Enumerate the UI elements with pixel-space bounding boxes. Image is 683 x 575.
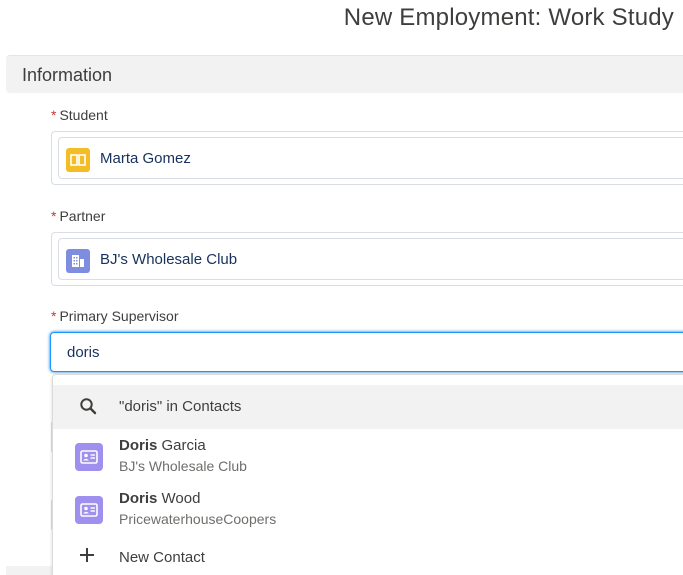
building-icon [66,249,90,273]
lookup-dropdown: "doris" in Contacts Doris Garcia BJ's Wh… [52,374,683,575]
section-header[interactable]: Information [6,55,683,93]
section-header-edge [6,566,52,575]
result-name: Doris Garcia [119,437,206,454]
student-pill[interactable]: Marta Gomez [58,137,683,179]
result-name: Doris Wood [119,490,201,507]
result-subtitle: PricewaterhouseCoopers [119,511,277,527]
page-title: New Employment: Work Study [343,4,674,31]
student-label: * Student [51,107,108,123]
contact-card-icon [75,443,103,471]
partner-lookup: BJ's Wholesale Club [51,232,683,286]
partner-label: * Partner [51,208,106,224]
result-item[interactable]: Doris Wood PricewaterhouseCoopers [53,484,683,534]
primary-supervisor-input[interactable] [50,332,683,372]
result-item[interactable]: Doris Garcia BJ's Wholesale Club [53,431,683,481]
new-contact-option[interactable]: New Contact [53,543,683,573]
student-lookup: Marta Gomez [51,131,683,185]
contact-card-icon [75,496,103,524]
book-icon [66,148,90,172]
section-title: Information [22,65,113,85]
search-icon [79,397,97,420]
partner-value: BJ's Wholesale Club [100,251,238,268]
partner-pill[interactable]: BJ's Wholesale Club [58,238,683,280]
primary-supervisor-label: * Primary Supervisor [51,308,179,324]
result-subtitle: BJ's Wholesale Club [119,458,247,474]
student-value: Marta Gomez [100,150,191,167]
search-contacts-label: "doris" in Contacts [119,398,242,415]
required-mark: * [51,107,57,123]
plus-icon [78,546,96,568]
required-mark: * [51,308,57,324]
required-mark: * [51,208,57,224]
search-contacts-option[interactable]: "doris" in Contacts [53,385,683,429]
new-contact-label: New Contact [119,549,205,566]
